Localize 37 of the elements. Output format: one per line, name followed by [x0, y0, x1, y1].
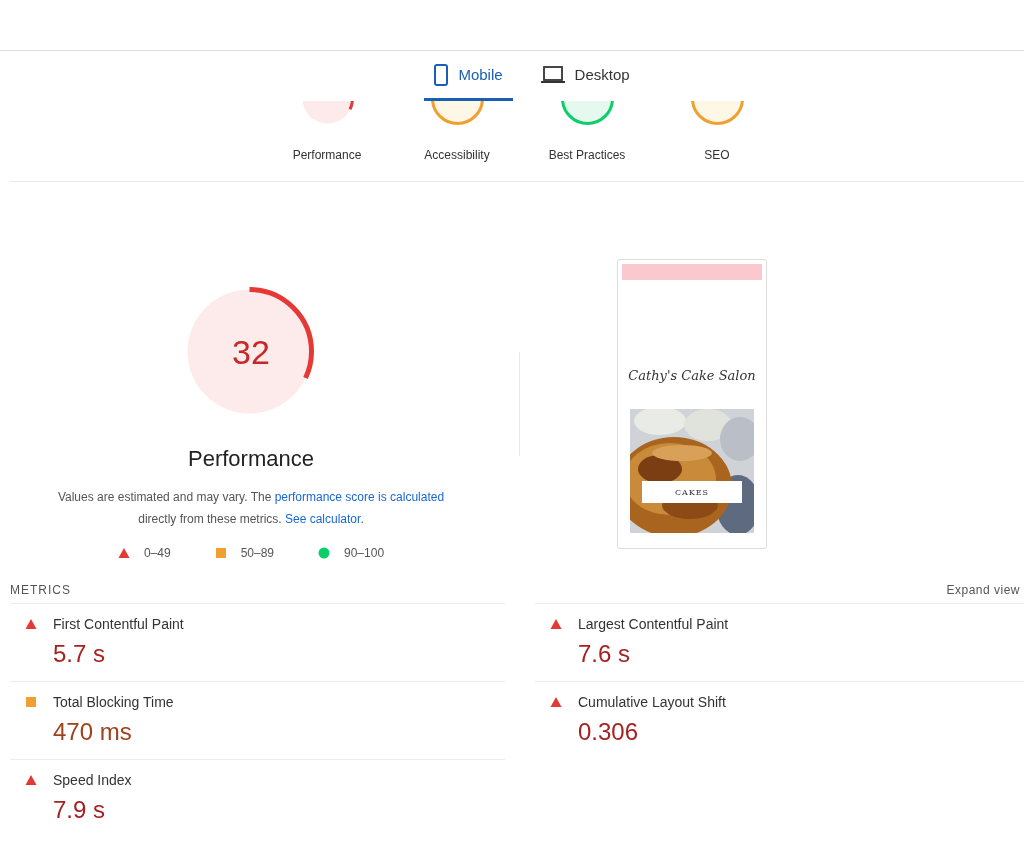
category-label[interactable]: Best Practices [548, 148, 626, 162]
metric-label: Largest Contentful Paint [578, 616, 729, 632]
link[interactable]: performance score is calculated [274, 490, 445, 504]
metric-value: 0.306 [578, 718, 640, 746]
expand-view-link[interactable]: Expand view [946, 583, 1020, 603]
description-text: Values are estimated and may vary. The performance score is calculated directly from these metrics. See calculator. [56, 489, 446, 528]
category-label[interactable]: Accessibility [424, 148, 490, 162]
link[interactable]: See calculator [285, 512, 361, 526]
triangle-icon [25, 618, 37, 630]
metric-value: 470 ms [53, 718, 133, 746]
triangle-icon [550, 618, 562, 630]
section-heading: METRICS [10, 583, 71, 599]
metric-value: 5.7 s [53, 640, 107, 668]
score-value: 32 [231, 333, 271, 372]
circle-icon [318, 547, 330, 559]
metric-value: 7.6 s [578, 640, 632, 668]
legend-label: 90–100 [344, 546, 385, 560]
triangle-icon [117, 547, 130, 559]
triangle-icon [550, 696, 562, 708]
legend-label: 0–49 [143, 546, 171, 560]
category-label[interactable]: SEO [704, 148, 730, 162]
category-label[interactable]: Performance [292, 148, 362, 162]
metric-label: Total Blocking Time [53, 694, 174, 710]
square-icon [214, 547, 227, 559]
laptop-icon [540, 65, 565, 84]
triangle-icon [25, 774, 37, 786]
metric-label: Speed Index [53, 772, 132, 788]
phone-icon [434, 63, 449, 86]
metric-label: First Contentful Paint [53, 616, 184, 632]
square-icon [25, 696, 37, 708]
metric-label: Cumulative Layout Shift [578, 694, 726, 710]
category-button[interactable]: CAKES [642, 481, 742, 503]
section-title: Performance [188, 446, 314, 472]
legend-label: 50–89 [240, 546, 274, 560]
metric-value: 7.9 s [53, 796, 107, 824]
tab[interactable]: Desktop [530, 51, 640, 101]
site-title: Cathy's Cake Salon [628, 368, 756, 383]
